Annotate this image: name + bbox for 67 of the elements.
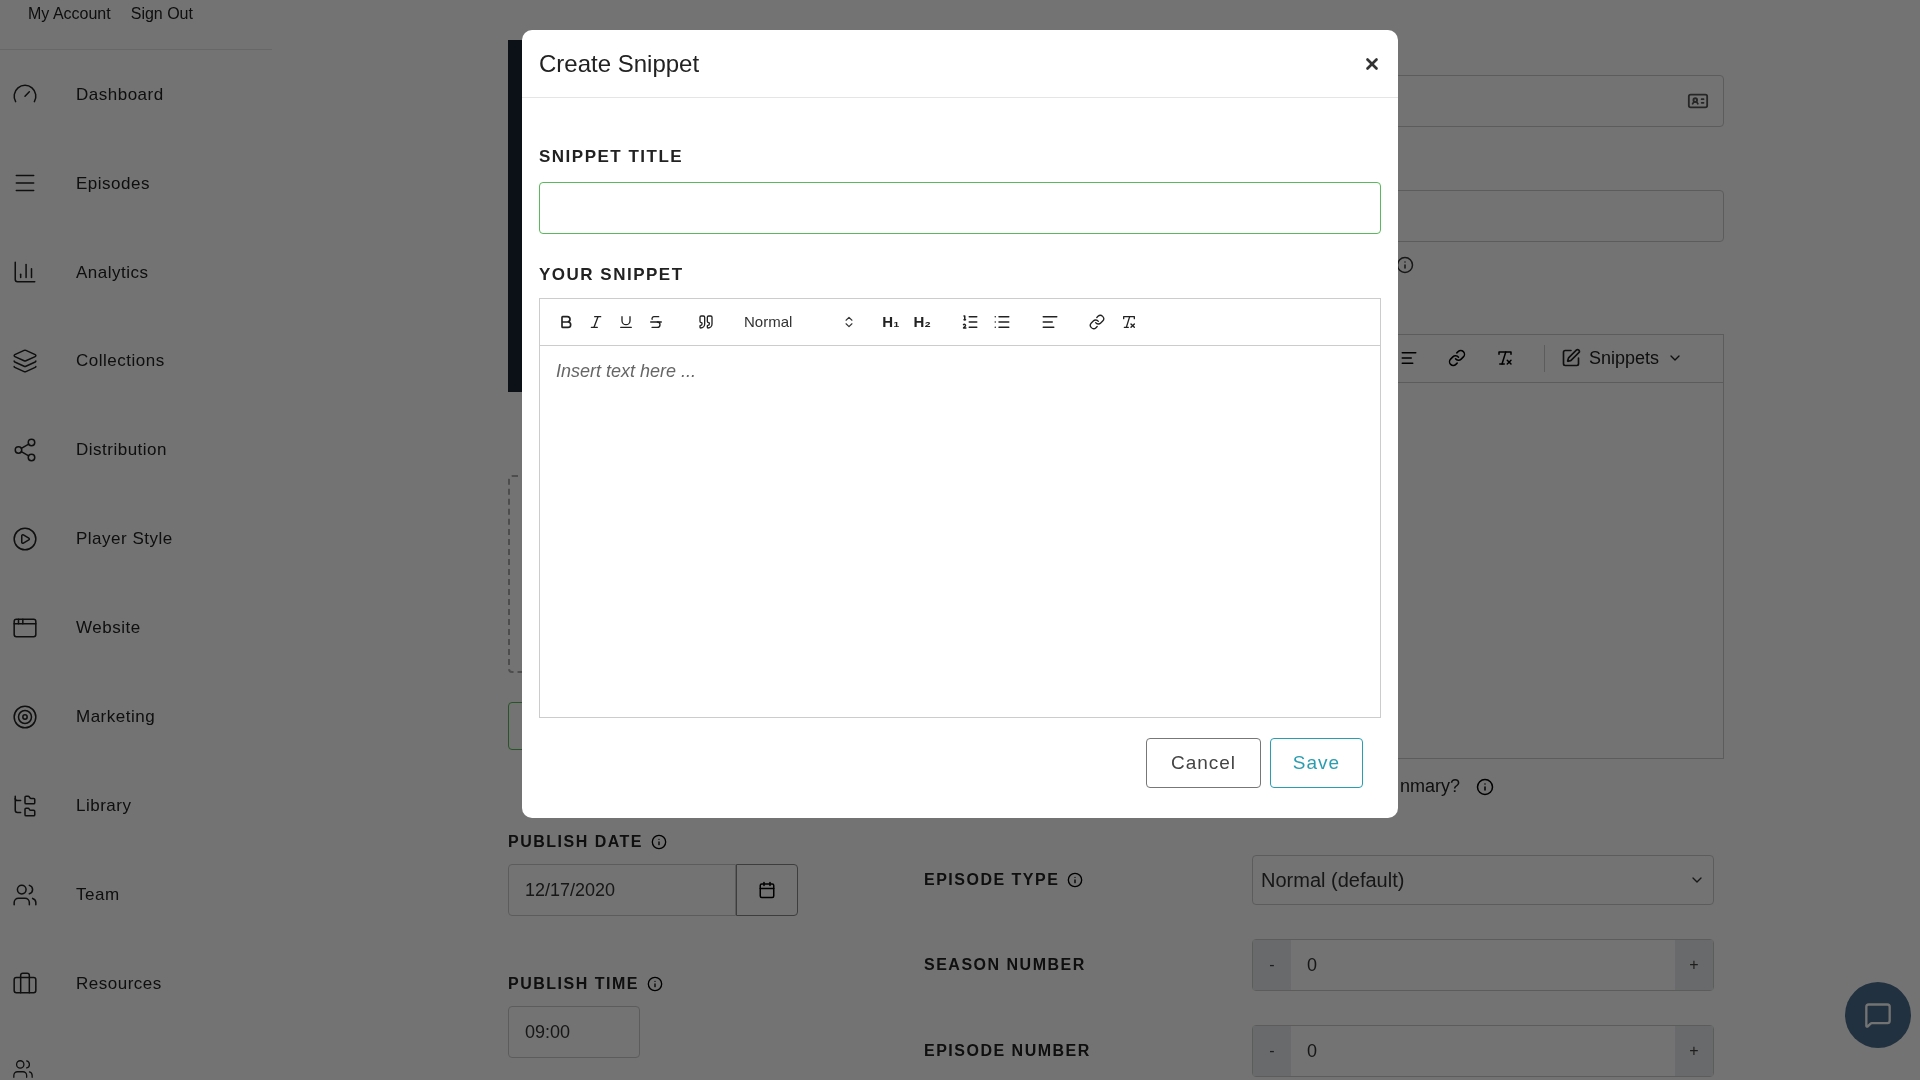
edit-icon bbox=[1560, 348, 1581, 369]
sidebar-item[interactable]: Resources bbox=[0, 939, 272, 1028]
calendar-button[interactable] bbox=[736, 864, 798, 916]
info-icon bbox=[1476, 777, 1494, 796]
sidebar-item[interactable]: Episodes bbox=[0, 138, 272, 228]
field-label: EPISODE TYPE bbox=[924, 870, 1060, 890]
field-label: YOUR SNIPPET bbox=[539, 263, 685, 286]
heading-button[interactable]: H₂ bbox=[913, 310, 931, 334]
snippets-dropdown[interactable]: Snippets bbox=[1543, 344, 1683, 372]
info-icon bbox=[651, 834, 668, 850]
editor-placeholder: Insert text here ... bbox=[556, 360, 698, 383]
bold-icon[interactable] bbox=[558, 314, 574, 330]
quote-icon[interactable] bbox=[698, 314, 714, 330]
save-button[interactable]: Save bbox=[1270, 738, 1363, 788]
field-label: PUBLISH TIME bbox=[508, 974, 639, 994]
strikethrough-icon[interactable] bbox=[648, 314, 664, 330]
header-link[interactable]: Sign Out bbox=[130, 2, 193, 26]
network-icon bbox=[12, 437, 38, 464]
numbered-list-icon[interactable] bbox=[960, 313, 979, 331]
sidebar-item[interactable]: Distribution bbox=[0, 405, 272, 495]
sidebar-item[interactable]: Team bbox=[0, 850, 272, 940]
field-label: PUBLISH DATE bbox=[508, 832, 644, 852]
clear-format-icon[interactable] bbox=[1120, 314, 1137, 330]
target-icon bbox=[12, 703, 38, 730]
underline-icon[interactable] bbox=[618, 314, 634, 330]
info-icon bbox=[1067, 872, 1084, 888]
date-field[interactable]: 12/17/2020 bbox=[508, 864, 736, 916]
sidebar-item[interactable]: Marketing bbox=[0, 672, 272, 762]
snippet-title-field[interactable] bbox=[539, 181, 1381, 234]
sidebar-item[interactable]: Dashboard bbox=[0, 50, 272, 139]
question-text: nmary? bbox=[1399, 775, 1460, 798]
increment-button[interactable]: + bbox=[1675, 940, 1713, 990]
number-value: 0 bbox=[1306, 1039, 1318, 1063]
snippet-editor[interactable]: Normal H₁ H₂ Insert text here ... bbox=[539, 298, 1381, 718]
number-value: 0 bbox=[1306, 953, 1318, 977]
link-icon[interactable] bbox=[1088, 314, 1105, 330]
sidebar-item[interactable]: Player Style bbox=[0, 494, 272, 584]
italic-icon[interactable] bbox=[588, 314, 604, 330]
layers-icon bbox=[12, 348, 38, 375]
bullet-list-icon[interactable] bbox=[992, 313, 1011, 331]
cancel-button[interactable]: Cancel bbox=[1146, 738, 1261, 788]
time-field[interactable]: 09:00 bbox=[508, 1006, 640, 1058]
increment-button[interactable]: + bbox=[1675, 1026, 1713, 1076]
sidebar-item[interactable]: Website bbox=[0, 583, 272, 673]
play-icon bbox=[12, 526, 38, 552]
folder-tree-icon bbox=[12, 792, 38, 819]
number-stepper[interactable]: - 0 + bbox=[1252, 1025, 1714, 1077]
info-icon bbox=[646, 976, 663, 992]
info-icon bbox=[1396, 255, 1414, 274]
header-link[interactable]: My Account bbox=[28, 2, 111, 26]
sidebar-item[interactable]: Analytics bbox=[0, 227, 272, 317]
field-label: SEASON NUMBER bbox=[924, 956, 1086, 973]
sidebar-item[interactable]: Library bbox=[0, 761, 272, 851]
heading-button[interactable]: H₁ bbox=[882, 310, 900, 334]
sidebar-item[interactable]: Collections bbox=[0, 316, 272, 406]
heading-select[interactable]: Normal bbox=[744, 310, 857, 334]
decrement-button[interactable]: - bbox=[1253, 940, 1291, 990]
field-label: EPISODE NUMBER bbox=[924, 1042, 1091, 1059]
dialog-title: Create Snippet bbox=[539, 48, 700, 79]
episode-type-select[interactable]: Normal (default) bbox=[1252, 855, 1714, 905]
number-stepper[interactable]: - 0 + bbox=[1252, 939, 1714, 991]
align-icon[interactable] bbox=[1040, 313, 1059, 331]
decrement-button[interactable]: - bbox=[1253, 1026, 1291, 1076]
chat-icon bbox=[1864, 1001, 1892, 1029]
calendar-icon bbox=[758, 881, 776, 899]
field-label: SNIPPET TITLE bbox=[539, 146, 685, 168]
bar-chart-icon bbox=[12, 259, 38, 286]
